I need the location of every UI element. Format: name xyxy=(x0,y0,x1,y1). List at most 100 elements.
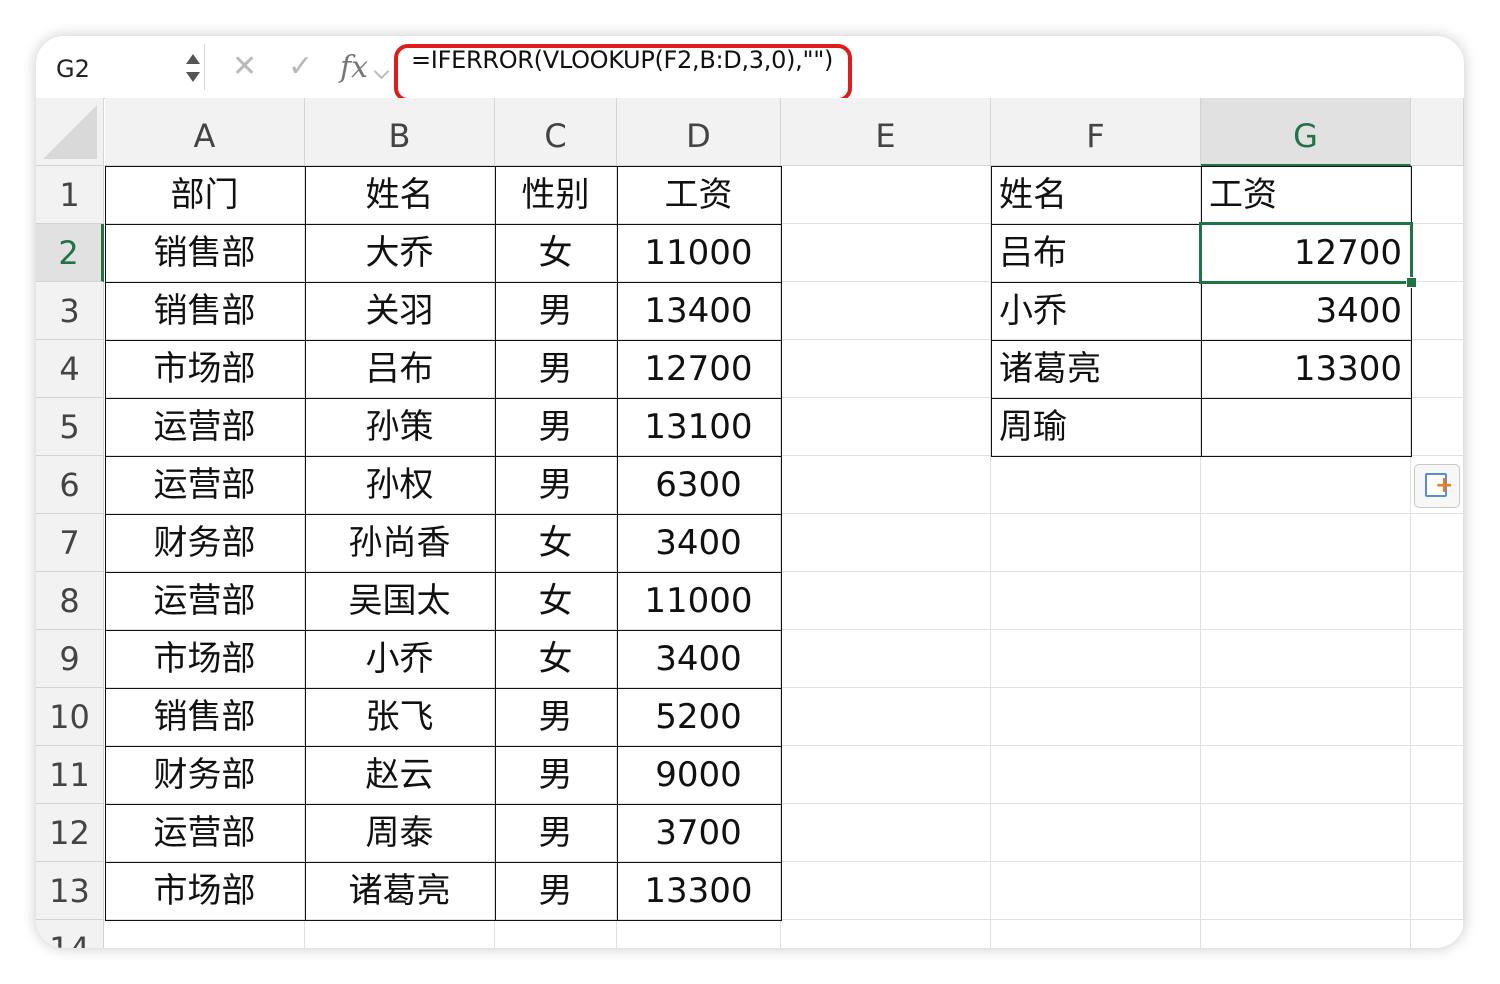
cell-g12[interactable] xyxy=(1201,804,1411,862)
cell-g4[interactable]: 13300 xyxy=(1201,340,1411,398)
cell-d7[interactable]: 3400 xyxy=(617,514,781,572)
cell-g7[interactable] xyxy=(1201,514,1411,572)
row-header-1[interactable]: 1 xyxy=(36,166,104,224)
cell-c12[interactable]: 男 xyxy=(495,804,617,862)
cell-d3[interactable]: 13400 xyxy=(617,282,781,340)
cell-a4[interactable]: 市场部 xyxy=(105,340,305,398)
name-box-stepper-icon[interactable] xyxy=(186,52,202,84)
cell-g14[interactable] xyxy=(1201,920,1411,948)
cell-f8[interactable] xyxy=(991,572,1201,630)
column-header-f[interactable]: F xyxy=(991,98,1201,166)
cell-b7[interactable]: 孙尚香 xyxy=(305,514,495,572)
cell-b4[interactable]: 吕布 xyxy=(305,340,495,398)
cell-f10[interactable] xyxy=(991,688,1201,746)
cell-a9[interactable]: 市场部 xyxy=(105,630,305,688)
cell-e10[interactable] xyxy=(781,688,991,746)
cell-h11[interactable] xyxy=(1411,746,1464,804)
fill-handle[interactable] xyxy=(1406,277,1417,288)
cell-g5[interactable] xyxy=(1201,398,1411,456)
cell-d6[interactable]: 6300 xyxy=(617,456,781,514)
cell-b13[interactable]: 诸葛亮 xyxy=(305,862,495,920)
cell-a10[interactable]: 销售部 xyxy=(105,688,305,746)
cell-c11[interactable]: 男 xyxy=(495,746,617,804)
row-header-4[interactable]: 4 xyxy=(36,340,104,398)
cell-e13[interactable] xyxy=(781,862,991,920)
cell-h9[interactable] xyxy=(1411,630,1464,688)
cell-d1[interactable]: 工资 xyxy=(617,166,781,224)
row-header-7[interactable]: 7 xyxy=(36,514,104,572)
cell-h5[interactable] xyxy=(1411,398,1464,456)
cell-e8[interactable] xyxy=(781,572,991,630)
column-header-b[interactable]: B xyxy=(305,98,495,166)
cell-a6[interactable]: 运营部 xyxy=(105,456,305,514)
cell-c1[interactable]: 性别 xyxy=(495,166,617,224)
row-header-9[interactable]: 9 xyxy=(36,630,104,688)
row-header-14[interactable]: 14 xyxy=(36,920,104,948)
cell-f3[interactable]: 小乔 xyxy=(991,282,1201,340)
cell-a13[interactable]: 市场部 xyxy=(105,862,305,920)
cell-e4[interactable] xyxy=(781,340,991,398)
name-box-value[interactable]: G2 xyxy=(56,55,90,83)
cell-h3[interactable] xyxy=(1411,282,1464,340)
cell-f4[interactable]: 诸葛亮 xyxy=(991,340,1201,398)
cancel-icon[interactable]: ✕ xyxy=(232,50,257,84)
cell-d13[interactable]: 13300 xyxy=(617,862,781,920)
cell-c5[interactable]: 男 xyxy=(495,398,617,456)
cell-b11[interactable]: 赵云 xyxy=(305,746,495,804)
row-header-2[interactable]: 2 xyxy=(36,224,104,282)
cell-h10[interactable] xyxy=(1411,688,1464,746)
cell-f12[interactable] xyxy=(991,804,1201,862)
cell-d11[interactable]: 9000 xyxy=(617,746,781,804)
name-box[interactable]: G2 xyxy=(38,44,205,90)
row-header-13[interactable]: 13 xyxy=(36,862,104,920)
cell-d10[interactable]: 5200 xyxy=(617,688,781,746)
cell-c10[interactable]: 男 xyxy=(495,688,617,746)
cell-e1[interactable] xyxy=(781,166,991,224)
cell-e14[interactable] xyxy=(781,920,991,948)
cell-f6[interactable] xyxy=(991,456,1201,514)
cell-e2[interactable] xyxy=(781,224,991,282)
cell-g10[interactable] xyxy=(1201,688,1411,746)
cell-f1[interactable]: 姓名 xyxy=(991,166,1201,224)
cell-b1[interactable]: 姓名 xyxy=(305,166,495,224)
cell-f14[interactable] xyxy=(991,920,1201,948)
row-header-8[interactable]: 8 xyxy=(36,572,104,630)
cell-a8[interactable]: 运营部 xyxy=(105,572,305,630)
cell-a2[interactable]: 销售部 xyxy=(105,224,305,282)
cell-g3[interactable]: 3400 xyxy=(1201,282,1411,340)
cell-h1[interactable] xyxy=(1411,166,1464,224)
row-header-5[interactable]: 5 xyxy=(36,398,104,456)
row-header-12[interactable]: 12 xyxy=(36,804,104,862)
cell-a3[interactable]: 销售部 xyxy=(105,282,305,340)
cell-d9[interactable]: 3400 xyxy=(617,630,781,688)
cell-g13[interactable] xyxy=(1201,862,1411,920)
cell-e3[interactable] xyxy=(781,282,991,340)
cell-b12[interactable]: 周泰 xyxy=(305,804,495,862)
column-header-a[interactable]: A xyxy=(105,98,305,166)
cell-b9[interactable]: 小乔 xyxy=(305,630,495,688)
cell-c8[interactable]: 女 xyxy=(495,572,617,630)
cell-a7[interactable]: 财务部 xyxy=(105,514,305,572)
row-header-11[interactable]: 11 xyxy=(36,746,104,804)
cell-c9[interactable]: 女 xyxy=(495,630,617,688)
cell-b8[interactable]: 吴国太 xyxy=(305,572,495,630)
cell-h2[interactable] xyxy=(1411,224,1464,282)
cell-e9[interactable] xyxy=(781,630,991,688)
cell-b5[interactable]: 孙策 xyxy=(305,398,495,456)
column-header-d[interactable]: D xyxy=(617,98,781,166)
cell-b3[interactable]: 关羽 xyxy=(305,282,495,340)
cell-e7[interactable] xyxy=(781,514,991,572)
cell-d4[interactable]: 12700 xyxy=(617,340,781,398)
cell-a5[interactable]: 运营部 xyxy=(105,398,305,456)
cell-d8[interactable]: 11000 xyxy=(617,572,781,630)
cell-a14[interactable] xyxy=(105,920,305,948)
cell-h8[interactable] xyxy=(1411,572,1464,630)
cell-f5[interactable]: 周瑜 xyxy=(991,398,1201,456)
cell-f11[interactable] xyxy=(991,746,1201,804)
cell-f13[interactable] xyxy=(991,862,1201,920)
cell-b14[interactable] xyxy=(305,920,495,948)
cell-h4[interactable] xyxy=(1411,340,1464,398)
row-header-6[interactable]: 6 xyxy=(36,456,104,514)
cell-f2[interactable]: 吕布 xyxy=(991,224,1201,282)
cell-b2[interactable]: 大乔 xyxy=(305,224,495,282)
